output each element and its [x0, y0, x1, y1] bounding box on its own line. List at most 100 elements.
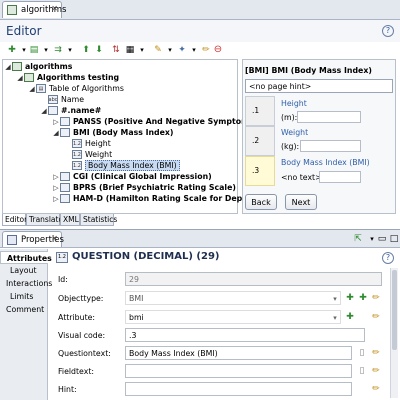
tab-translator[interactable]: Translator: [26, 214, 66, 226]
next-button[interactable]: Next: [285, 194, 317, 210]
add-icon[interactable]: ✚: [6, 44, 18, 56]
add-icon[interactable]: ✚: [344, 292, 356, 304]
document-icon[interactable]: ▯: [356, 347, 368, 359]
pencil-icon[interactable]: ✏: [370, 383, 382, 395]
side-item-limits[interactable]: Limits: [0, 290, 48, 303]
visual-code-input[interactable]: .3: [125, 328, 365, 342]
dropdown-icon[interactable]: ▾: [188, 44, 200, 56]
tree-item[interactable]: ▷ BPRS (Brief Psychiatric Rating Scale): [52, 182, 236, 193]
tree-item[interactable]: ◢ Algorithms testing: [16, 72, 119, 83]
expand-icon[interactable]: ▷: [52, 118, 60, 126]
dropdown-icon[interactable]: ▾: [40, 44, 52, 56]
weight-input[interactable]: [300, 140, 361, 152]
tab-algorithms[interactable]: algorithms ✕: [2, 1, 66, 18]
questiontext-input[interactable]: Body Mass Index (BMI): [125, 346, 352, 360]
tab-statistics[interactable]: Statistics: [80, 214, 117, 226]
attribute-select[interactable]: bmi: [125, 310, 341, 324]
tree-item[interactable]: 1.2 Height: [64, 138, 111, 149]
move-down-icon[interactable]: ⬇: [93, 44, 105, 56]
visual-code-label: Visual code:: [58, 331, 106, 340]
question-label: Height: [281, 99, 307, 108]
properties-icon: [7, 235, 17, 245]
dropdown-icon[interactable]: ▾: [64, 44, 76, 56]
tree-item-selected[interactable]: 1.2 Body Mass Index (BMI): [64, 160, 180, 171]
objecttype-select[interactable]: BMI: [125, 291, 341, 305]
id-label: Id:: [58, 275, 68, 284]
tree-item[interactable]: ▷ CGI (Clinical Global Impression): [52, 171, 212, 182]
bmi-input[interactable]: [319, 171, 361, 183]
minimize-icon[interactable]: ▭: [376, 233, 388, 245]
tree-item[interactable]: ◢ #.name#: [40, 105, 101, 116]
side-item-comment[interactable]: Comment: [0, 303, 48, 316]
properties-heading: QUESTION (DECIMAL) (29): [72, 251, 220, 262]
height-input[interactable]: [297, 111, 361, 123]
close-icon[interactable]: ✕: [51, 4, 58, 13]
preview-title: [BMI] BMI (Body Mass Index): [245, 66, 372, 75]
question-label: Body Mass Index (BMI): [281, 158, 370, 167]
expand-icon[interactable]: ▷: [52, 184, 60, 192]
decimal-field-icon: 1.2: [72, 150, 82, 159]
insert-icon[interactable]: ⇉: [52, 44, 64, 56]
add-child-icon[interactable]: ✚: [357, 292, 369, 304]
visual-code-cell: .3: [245, 156, 275, 186]
collapse-icon[interactable]: ◢: [40, 107, 48, 115]
tree-item[interactable]: 1.2 Weight: [64, 149, 112, 160]
close-icon[interactable]: ✕: [51, 234, 58, 243]
fieldtext-input[interactable]: [125, 364, 352, 378]
attribute-label: Attribute:: [58, 313, 96, 322]
tab-properties[interactable]: Properties ✕: [2, 231, 64, 247]
question-label: Weight: [281, 128, 309, 137]
scrollbar-thumb[interactable]: [392, 270, 397, 350]
field-unit: <no text>:: [281, 173, 325, 182]
expand-icon[interactable]: ▷: [52, 195, 60, 203]
add-child-icon[interactable]: ▤: [28, 44, 40, 56]
tree-item[interactable]: ◢ BMI (Body Mass Index): [52, 127, 174, 138]
tree-item[interactable]: ◢ algorithms: [4, 61, 72, 72]
tab-xml[interactable]: XML: [60, 214, 80, 226]
questiontext-label: Questiontext:: [58, 349, 111, 358]
edit-icon[interactable]: ✎: [152, 44, 164, 56]
objecttype-label: Objecttype:: [58, 294, 104, 303]
visual-code-cell: .2: [245, 126, 275, 156]
side-item-interactions[interactable]: Interactions: [0, 277, 52, 290]
collapse-icon[interactable]: ◢: [52, 129, 60, 137]
id-field: 29: [125, 272, 382, 286]
help-icon[interactable]: ?: [382, 25, 394, 37]
move-up-icon[interactable]: ⬆: [80, 44, 92, 56]
tree-item[interactable]: ◢ ▤ Table of Algorithms: [28, 83, 124, 94]
add-icon[interactable]: ✚: [344, 311, 356, 323]
dropdown-icon[interactable]: ▾: [136, 44, 148, 56]
chevron-down-icon[interactable]: ▾: [329, 293, 341, 305]
document-icon[interactable]: ▯: [356, 365, 368, 377]
pencil-icon[interactable]: ✏: [370, 347, 382, 359]
side-item-layout[interactable]: Layout: [0, 264, 48, 277]
pencil-icon[interactable]: ✏: [370, 365, 382, 377]
properties-scrollbar[interactable]: [390, 268, 398, 398]
algorithm-file-icon: [7, 5, 17, 15]
pencil-icon[interactable]: ✏: [200, 44, 212, 56]
collapse-icon[interactable]: ◢: [4, 63, 12, 71]
delete-icon[interactable]: ⊖: [212, 44, 224, 56]
help-icon[interactable]: ?: [382, 252, 394, 264]
tab-editor[interactable]: Editor: [2, 214, 27, 226]
page-icon: [60, 128, 70, 137]
pencil-icon[interactable]: ✏: [370, 311, 382, 323]
back-button[interactable]: Back: [245, 194, 277, 210]
visual-code-cell: .1: [245, 96, 275, 126]
chevron-down-icon[interactable]: ▾: [329, 312, 341, 324]
root-icon: [12, 62, 22, 71]
hint-input[interactable]: [125, 382, 352, 396]
table-icon[interactable]: ▦: [124, 44, 136, 56]
pencil-icon[interactable]: ✏: [370, 292, 382, 304]
maximize-icon[interactable]: □: [388, 233, 400, 245]
page-title: Editor: [6, 24, 42, 38]
tools-icon[interactable]: ✦: [176, 44, 188, 56]
collapse-icon[interactable]: ◢: [28, 85, 36, 93]
sort-icon[interactable]: ⇅: [110, 44, 122, 56]
side-item-attributes[interactable]: Attributes: [0, 251, 52, 264]
collapse-icon[interactable]: ◢: [16, 74, 24, 82]
dropdown-icon[interactable]: ▾: [164, 44, 176, 56]
pin-icon[interactable]: ⇱: [352, 233, 364, 245]
tree-item[interactable]: abc Name: [40, 94, 84, 105]
expand-icon[interactable]: ▷: [52, 173, 60, 181]
